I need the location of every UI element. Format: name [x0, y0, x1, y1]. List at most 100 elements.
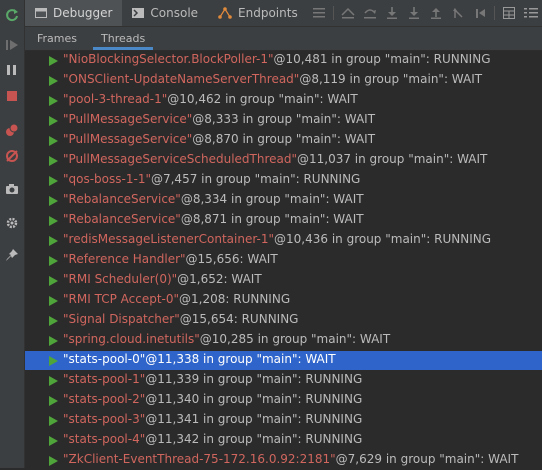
tab-threads[interactable]: Threads: [89, 27, 157, 50]
thread-row[interactable]: "ZkClient-EventThread-75-172.16.0.92:218…: [25, 451, 542, 470]
tab-debugger[interactable]: Debugger: [25, 0, 123, 26]
thread-label: "PullMessageService"@8,870 in group "mai…: [63, 132, 375, 146]
thread-row[interactable]: "RebalanceService"@8,871 in group "main"…: [25, 211, 542, 230]
thread-info: @1,208: RUNNING: [179, 292, 291, 306]
view-breakpoints-icon[interactable]: [3, 121, 21, 139]
thread-running-icon: [49, 376, 58, 386]
thread-running-icon: [49, 396, 58, 406]
tab-endpoints-label: Endpoints: [238, 6, 298, 20]
thread-name: "ZkClient-EventThread-75-172.16.0.92:218…: [63, 452, 336, 466]
thread-running-icon: [49, 196, 58, 206]
thread-running-icon: [49, 176, 58, 186]
debugger-subtabs: Frames Threads: [25, 27, 542, 51]
hamburger-menu-icon[interactable]: [308, 0, 330, 26]
thread-info: @1,652: WAIT: [177, 272, 262, 286]
pin-icon[interactable]: [3, 246, 21, 264]
thread-row[interactable]: "PullMessageService"@8,333 in group "mai…: [25, 111, 542, 130]
thread-name: "stats-pool-1": [63, 372, 146, 386]
thread-row[interactable]: "Signal Dispatcher"@15,654: RUNNING: [25, 311, 542, 330]
thread-name: "RebalanceService": [63, 212, 181, 226]
toolbar-separator: [493, 6, 495, 20]
thread-running-icon: [49, 156, 58, 166]
tab-console[interactable]: Console: [122, 0, 208, 26]
thread-row[interactable]: "pool-3-thread-1"@10,462 in group "main"…: [25, 91, 542, 110]
thread-label: "stats-pool-2"@11,340 in group "main": R…: [63, 392, 362, 406]
tab-endpoints[interactable]: Endpoints: [208, 0, 308, 26]
thread-name: "PullMessageServiceScheduledThread": [63, 152, 297, 166]
thread-info: @11,340 in group "main": RUNNING: [145, 392, 363, 406]
thread-label: "Reference Handler"@15,656: WAIT: [63, 252, 278, 266]
thread-running-icon: [49, 116, 58, 126]
resume-icon[interactable]: [3, 36, 21, 54]
step-over-icon[interactable]: [359, 0, 381, 26]
thread-row[interactable]: "NioBlockingSelector.BlockPoller-1"@10,4…: [25, 51, 542, 70]
thread-row[interactable]: "RMI Scheduler(0)"@1,652: WAIT: [25, 271, 542, 290]
thread-info: @8,871 in group "main": WAIT: [180, 212, 364, 226]
thread-label: "PullMessageServiceScheduledThread"@11,0…: [63, 152, 487, 166]
settings-gear-icon[interactable]: [3, 214, 21, 232]
trace-icon[interactable]: [520, 0, 542, 26]
thread-row[interactable]: "stats-pool-0"@11,338 in group "main": W…: [25, 351, 542, 370]
thread-label: "redisMessageListenerContainer-1"@10,436…: [63, 232, 491, 246]
thread-row[interactable]: "RebalanceService"@8,334 in group "main"…: [25, 191, 542, 210]
thread-list: "NioBlockingSelector.BlockPoller-1"@10,4…: [25, 51, 542, 468]
thread-info: @11,342 in group "main": RUNNING: [145, 432, 363, 446]
thread-name: "NioBlockingSelector.BlockPoller-1": [63, 52, 274, 66]
thread-row[interactable]: "Reference Handler"@15,656: WAIT: [25, 251, 542, 270]
thread-info: @11,341 in group "main": RUNNING: [145, 412, 363, 426]
thread-label: "RebalanceService"@8,871 in group "main"…: [63, 212, 364, 226]
thread-label: "stats-pool-0"@11,338 in group "main": W…: [63, 352, 336, 366]
thread-row[interactable]: "qos-boss-1-1"@7,457 in group "main": RU…: [25, 171, 542, 190]
debugger-icon: [35, 8, 47, 18]
tab-frames-label: Frames: [37, 32, 78, 45]
thread-row[interactable]: "spring.cloud.inetutils"@10,285 in group…: [25, 331, 542, 350]
thread-row[interactable]: "RMI TCP Accept-0"@1,208: RUNNING: [25, 291, 542, 310]
show-execution-point-icon[interactable]: [337, 0, 359, 26]
thread-name: "RMI TCP Accept-0": [63, 292, 180, 306]
thread-row[interactable]: "redisMessageListenerContainer-1"@10,436…: [25, 231, 542, 250]
thread-running-icon: [49, 336, 58, 346]
thread-info: @15,656: WAIT: [185, 252, 278, 266]
step-into-icon[interactable]: [381, 0, 403, 26]
thread-row[interactable]: "stats-pool-2"@11,340 in group "main": R…: [25, 391, 542, 410]
thread-info: @8,333 in group "main": WAIT: [192, 112, 376, 126]
step-out-icon[interactable]: [425, 0, 447, 26]
thread-name: "pool-3-thread-1": [63, 92, 168, 106]
thread-name: "PullMessageService": [63, 132, 193, 146]
pause-icon[interactable]: [3, 61, 21, 79]
thread-name: "RMI Scheduler(0)": [63, 272, 178, 286]
thread-info: @11,338 in group "main": WAIT: [145, 352, 336, 366]
evaluate-expression-icon[interactable]: [498, 0, 520, 26]
thread-name: "ONSClient-UpdateNameServerThread": [63, 72, 300, 86]
thread-name: "redisMessageListenerContainer-1": [63, 232, 275, 246]
thread-running-icon: [49, 416, 58, 426]
tab-frames[interactable]: Frames: [25, 27, 89, 50]
debug-side-toolbar: [0, 0, 25, 468]
camera-icon[interactable]: [3, 180, 21, 198]
force-step-into-icon[interactable]: [403, 0, 425, 26]
thread-label: "ONSClient-UpdateNameServerThread"@8,119…: [63, 72, 482, 86]
tab-debugger-label: Debugger: [53, 6, 113, 20]
thread-running-icon: [49, 96, 58, 106]
thread-row[interactable]: "stats-pool-4"@11,342 in group "main": R…: [25, 431, 542, 450]
drop-frame-icon[interactable]: [447, 0, 469, 26]
run-to-cursor-icon[interactable]: [469, 0, 491, 26]
rerun-icon[interactable]: [3, 6, 21, 24]
thread-running-icon: [49, 136, 58, 146]
thread-row[interactable]: "stats-pool-1"@11,339 in group "main": R…: [25, 371, 542, 390]
thread-running-icon: [49, 296, 58, 306]
thread-name: "stats-pool-3": [63, 412, 146, 426]
thread-row[interactable]: "ONSClient-UpdateNameServerThread"@8,119…: [25, 71, 542, 90]
thread-row[interactable]: "PullMessageService"@8,870 in group "mai…: [25, 131, 542, 150]
mute-breakpoints-icon[interactable]: [3, 147, 21, 165]
thread-running-icon: [49, 236, 58, 246]
thread-label: "PullMessageService"@8,333 in group "mai…: [63, 112, 375, 126]
thread-info: @10,481 in group "main": RUNNING: [273, 52, 491, 66]
thread-info: @15,654: RUNNING: [179, 312, 299, 326]
stop-icon[interactable]: [3, 87, 21, 105]
thread-row[interactable]: "PullMessageServiceScheduledThread"@11,0…: [25, 151, 542, 170]
endpoints-icon: [218, 7, 232, 19]
thread-info: @11,339 in group "main": RUNNING: [145, 372, 363, 386]
thread-row[interactable]: "stats-pool-3"@11,341 in group "main": R…: [25, 411, 542, 430]
tab-threads-label: Threads: [101, 32, 146, 45]
